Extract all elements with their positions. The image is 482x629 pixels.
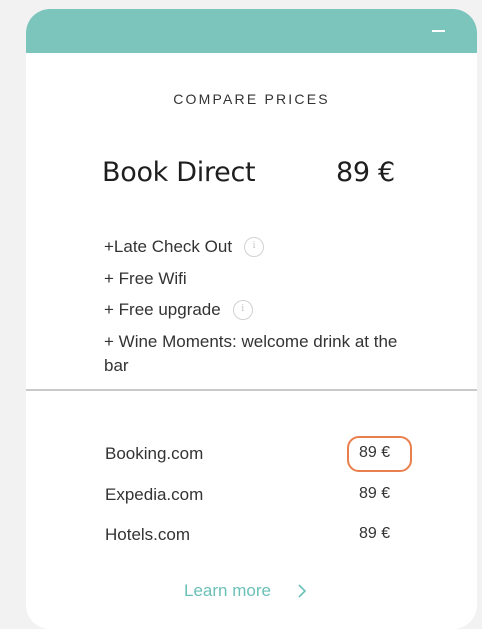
collapse-button[interactable] — [429, 21, 449, 41]
perk-text: + Wine Moments: welcome drink at the bar — [104, 331, 398, 375]
book-direct-price: 89 € — [336, 157, 395, 188]
compare-prices-title: COMPARE PRICES — [173, 91, 330, 107]
ota-price: 89 € — [359, 525, 391, 542]
price-comparison-card: COMPARE PRICES Book Direct 89 € +Late Ch… — [26, 9, 477, 629]
perk-text: + Free upgrade — [104, 300, 221, 319]
learn-more-link[interactable]: Learn more — [184, 581, 307, 601]
card-header — [26, 9, 477, 53]
ota-price-list: Booking.com 89 € Expedia.com 89 € Hotels… — [105, 436, 425, 558]
learn-more-label: Learn more — [184, 581, 271, 600]
ota-row: Expedia.com 89 € — [105, 477, 425, 518]
section-divider — [26, 389, 477, 391]
book-direct-label: Book Direct — [102, 157, 256, 188]
perk-item: + Free Wifi — [104, 263, 424, 295]
perk-item: +Late Check Out — [104, 231, 424, 263]
ota-row: Hotels.com 89 € — [105, 517, 425, 558]
perk-item: + Wine Moments: welcome drink at the bar — [104, 330, 424, 378]
info-icon[interactable] — [244, 236, 265, 257]
minus-icon — [432, 30, 445, 32]
perk-item: + Free upgrade — [104, 294, 424, 326]
ota-name: Expedia.com — [105, 484, 204, 504]
perk-text: +Late Check Out — [104, 237, 233, 256]
chevron-right-icon — [297, 583, 307, 598]
perks-list: +Late Check Out + Free Wifi + Free upgra… — [104, 231, 424, 378]
info-icon[interactable] — [232, 299, 253, 320]
perk-text: + Free Wifi — [104, 268, 187, 288]
ota-name: Booking.com — [105, 444, 204, 463]
ota-row: Booking.com 89 € — [105, 436, 425, 477]
ota-price: 89 € — [359, 484, 391, 502]
ota-name: Hotels.com — [105, 525, 191, 544]
ota-price: 89 € — [346, 436, 413, 472]
